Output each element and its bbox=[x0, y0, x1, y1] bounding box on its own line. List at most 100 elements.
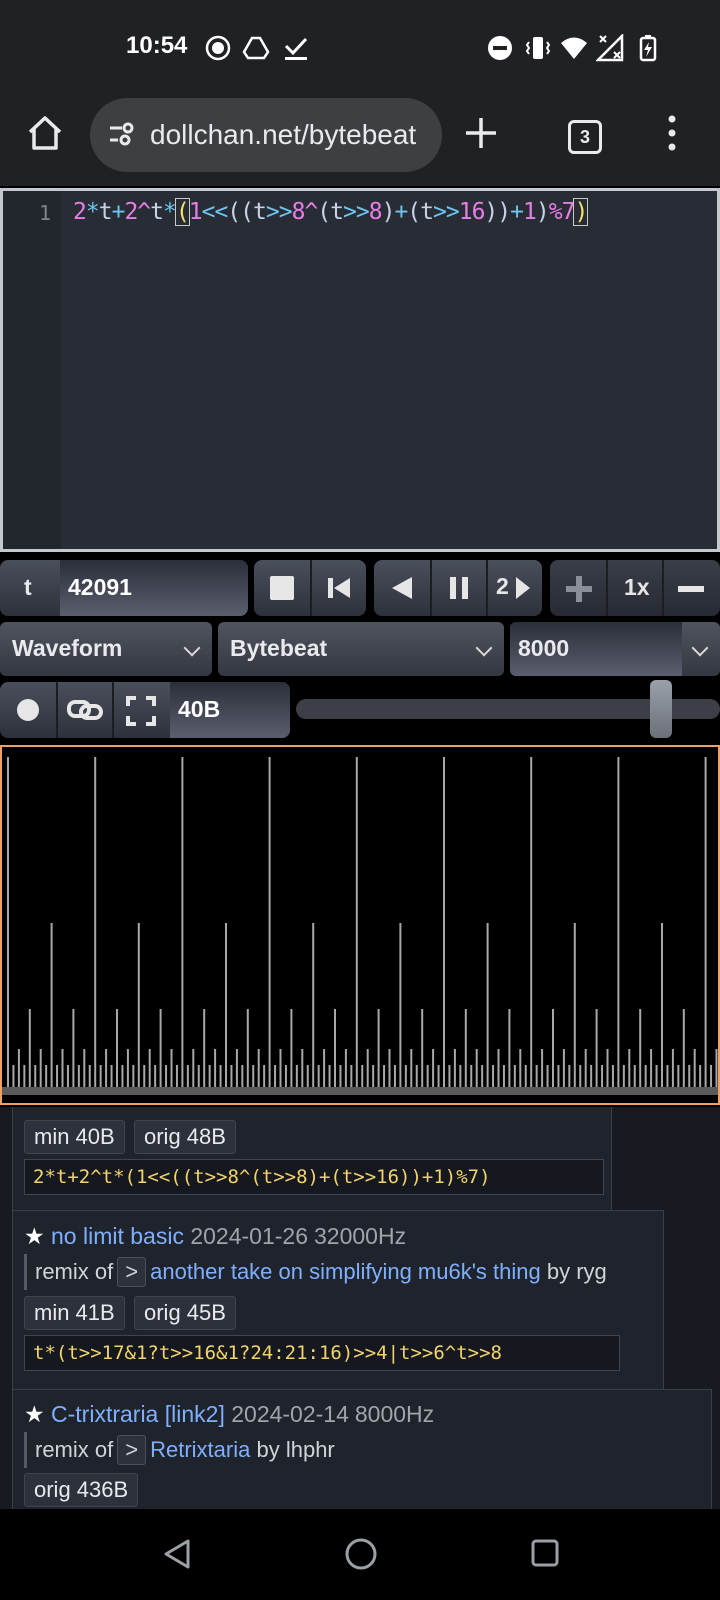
star-icon[interactable]: ★ bbox=[24, 1401, 45, 1427]
url-text: dollchan.net/bytebeat bbox=[150, 119, 417, 150]
remix-author: by ryg bbox=[546, 1259, 607, 1284]
code-token: << bbox=[201, 199, 229, 225]
code-token: 8 bbox=[291, 199, 306, 225]
star-icon[interactable]: ★ bbox=[24, 1223, 45, 1249]
library-code[interactable]: 2*t+2^t*(1<<((t>>8^(t>>8)+(t>>16))+1)%7) bbox=[24, 1159, 604, 1195]
no-signal-icon bbox=[596, 34, 624, 62]
code-size-display: 40B bbox=[170, 682, 290, 738]
code-token: ( bbox=[407, 199, 421, 225]
library-panel: min 40B orig 48B 2*t+2^t*(1<<((t>>8^(t>>… bbox=[0, 1107, 720, 1509]
play-forward-icon bbox=[516, 577, 530, 599]
code-token: % bbox=[548, 199, 563, 225]
home-nav-icon[interactable] bbox=[344, 1537, 378, 1571]
entry-date: 2024-01-26 bbox=[190, 1223, 308, 1249]
task-check-icon bbox=[284, 37, 308, 60]
remix-prefix: remix of bbox=[35, 1437, 114, 1462]
decrease-rate-icon[interactable] bbox=[676, 574, 706, 604]
code-token: t bbox=[98, 199, 113, 225]
orig-size-tag: orig 48B bbox=[134, 1120, 236, 1154]
rewind-to-start-icon[interactable] bbox=[326, 576, 352, 600]
speed-label: 2 bbox=[496, 573, 509, 599]
line-number: 1 bbox=[39, 201, 52, 225]
code-token: 2 bbox=[124, 199, 138, 225]
separator bbox=[112, 682, 114, 738]
entry-title-link[interactable]: no limit basic bbox=[51, 1223, 184, 1249]
code-token: ^ bbox=[304, 199, 318, 225]
code-line[interactable]: 2*t+2^t*(1<<((t>>8^(t>>8)+(t>>16))+1)%7) bbox=[73, 198, 589, 226]
code-token: t bbox=[330, 199, 344, 225]
stop-button[interactable] bbox=[270, 576, 294, 600]
fast-forward-button[interactable]: 2 bbox=[486, 560, 542, 616]
code-token: t bbox=[420, 199, 434, 225]
code-token: ^ bbox=[137, 199, 151, 225]
time-label: t bbox=[24, 574, 32, 600]
status-bar: 10:54 bbox=[0, 0, 720, 96]
rate-control-group: 1x bbox=[550, 560, 720, 616]
code-token: ( bbox=[317, 199, 331, 225]
record-icon[interactable] bbox=[16, 698, 40, 722]
code-token: 1 bbox=[188, 199, 203, 225]
entry-title-link[interactable]: C-trixtraria bbox=[51, 1401, 158, 1427]
remix-expand-button[interactable]: > bbox=[117, 1435, 147, 1465]
code-token: ) bbox=[381, 199, 396, 225]
remix-source-link[interactable]: another take on simplifying mu6k's thing bbox=[150, 1259, 541, 1284]
separator bbox=[606, 560, 608, 616]
separator bbox=[430, 560, 432, 616]
record-status-icon bbox=[205, 35, 231, 61]
home-icon[interactable] bbox=[26, 114, 64, 152]
waveform-canvas[interactable] bbox=[0, 745, 720, 1105]
min-size-tag: min 41B bbox=[24, 1296, 125, 1330]
code-token: * bbox=[85, 199, 100, 225]
mode-select[interactable]: Waveform bbox=[0, 622, 212, 676]
remix-expand-button[interactable]: > bbox=[117, 1257, 147, 1287]
library-entry-title-line: ★ C-trixtraria [link2] 2024-02-14 8000Hz bbox=[24, 1401, 434, 1428]
tab-switcher-button[interactable]: 3 bbox=[568, 120, 602, 154]
remix-line: remix of > another take on simplifying mu6… bbox=[24, 1254, 607, 1290]
code-token: ( bbox=[227, 199, 241, 225]
address-bar[interactable]: dollchan.net/bytebeat bbox=[90, 98, 442, 172]
code-token: ) bbox=[484, 199, 498, 225]
line-gutter: 1 bbox=[3, 191, 61, 549]
back-icon[interactable] bbox=[162, 1538, 192, 1570]
new-tab-icon[interactable] bbox=[464, 116, 498, 150]
browser-toolbar: dollchan.net/bytebeat 3 bbox=[0, 96, 720, 186]
library-code[interactable]: t*(t>>17&1?t>>16&1?24:21:16)>>4|t>>6^t>>… bbox=[24, 1335, 620, 1371]
code-token: ) bbox=[497, 199, 511, 225]
play-backward-icon[interactable] bbox=[388, 576, 414, 600]
status-time: 10:54 bbox=[126, 32, 188, 59]
link-icon[interactable] bbox=[66, 698, 104, 722]
recents-icon[interactable] bbox=[530, 1538, 560, 1568]
type-select[interactable]: Bytebeat bbox=[218, 622, 504, 676]
remix-source-link[interactable]: Retrixtaria bbox=[150, 1437, 250, 1462]
sample-rate-select[interactable]: 8000 bbox=[510, 622, 720, 676]
remix-line: remix of > Retrixtaria by lhphr bbox=[24, 1432, 335, 1468]
battery-charging-icon bbox=[639, 35, 657, 62]
library-entry-title-line: ★ no limit basic 2024-01-26 32000Hz bbox=[24, 1223, 406, 1250]
sample-rate-input[interactable]: 8000 bbox=[510, 622, 682, 676]
code-token: + bbox=[510, 199, 524, 225]
code-token: 7 bbox=[561, 199, 576, 225]
pause-icon[interactable] bbox=[448, 576, 470, 600]
time-input[interactable]: 42091 bbox=[60, 560, 248, 616]
code-token: ( bbox=[174, 198, 190, 226]
code-token: + bbox=[394, 199, 408, 225]
orig-size-tag: orig 436B bbox=[24, 1473, 139, 1507]
code-token: >> bbox=[433, 199, 460, 225]
entry-date: 2024-02-14 bbox=[231, 1401, 349, 1427]
fullscreen-icon[interactable] bbox=[126, 696, 156, 726]
time-value: 42091 bbox=[68, 574, 132, 600]
separator bbox=[310, 560, 312, 616]
waveform-baseline bbox=[2, 1087, 718, 1095]
code-token: + bbox=[111, 199, 126, 225]
time-control: t 42091 bbox=[0, 560, 248, 616]
remix-author: by lhphr bbox=[256, 1437, 335, 1462]
site-settings-icon[interactable] bbox=[108, 122, 136, 148]
transport-play-group: 2 bbox=[374, 560, 542, 616]
chevron-down-icon bbox=[183, 639, 201, 657]
more-menu-icon[interactable] bbox=[666, 114, 678, 152]
entry-extra-link[interactable]: [link2] bbox=[165, 1401, 225, 1427]
increase-rate-icon[interactable] bbox=[564, 574, 594, 604]
code-token: 1 bbox=[523, 199, 537, 225]
volume-slider-thumb[interactable] bbox=[649, 680, 672, 738]
code-editor[interactable]: 1 2*t+2^t*(1<<((t>>8^(t>>8)+(t>>16))+1)%… bbox=[0, 188, 720, 552]
